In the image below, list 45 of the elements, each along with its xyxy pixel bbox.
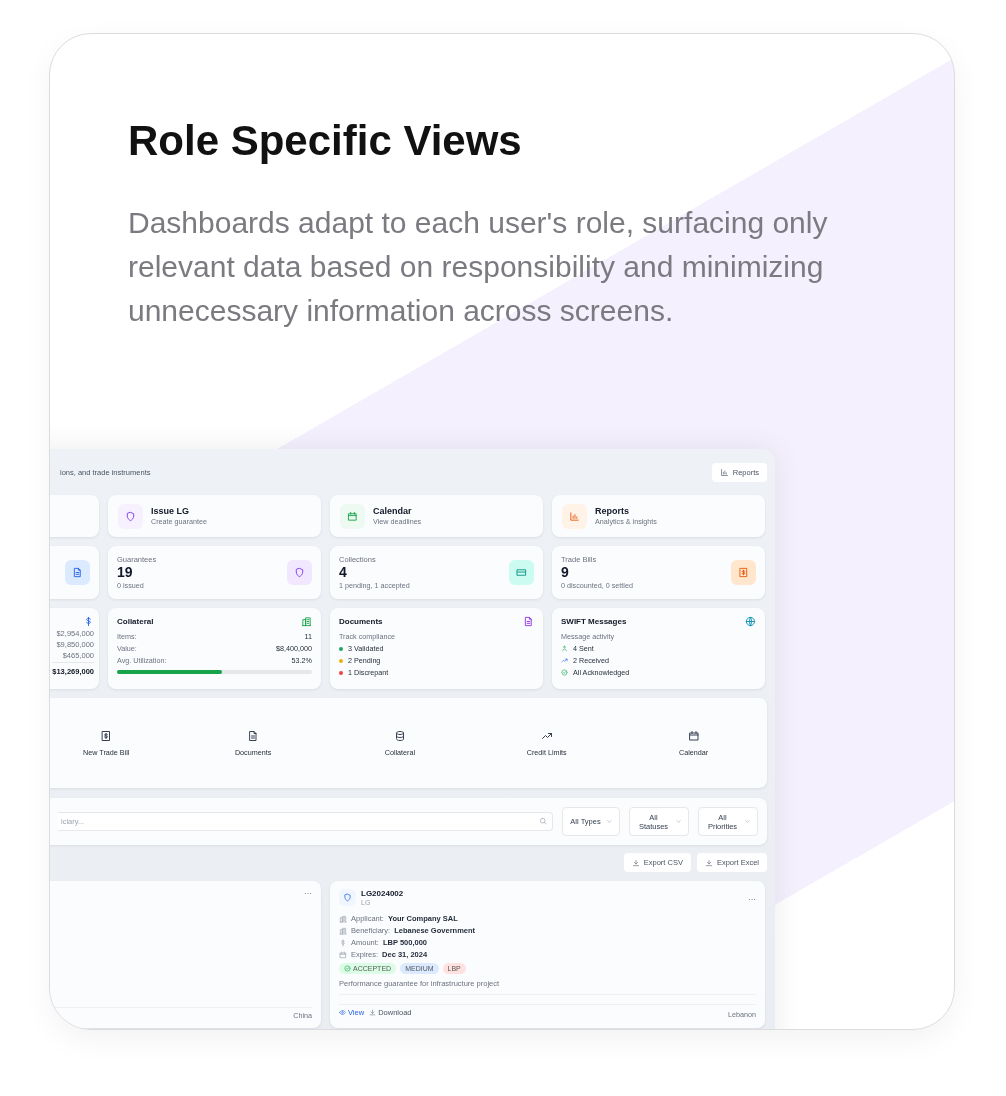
document-icon — [523, 616, 534, 627]
feature-description: Dashboards adapt to each user's role, surfacing only relevant data based on responsibility and minimizing unnecessary information across screens. — [128, 205, 829, 329]
shield-icon — [339, 889, 356, 906]
search-icon — [539, 817, 547, 825]
globe-icon — [745, 616, 756, 627]
trend-icon — [561, 657, 568, 664]
stat-value: 19 — [117, 565, 134, 580]
card-title: SWIFT Messages — [561, 617, 627, 626]
calendar-icon — [340, 503, 365, 529]
stat-value: 9 — [561, 565, 570, 580]
calendar-icon — [687, 729, 700, 742]
bar-chart-icon — [562, 503, 587, 529]
eye-icon — [339, 1009, 346, 1016]
chevron-icon — [675, 818, 682, 825]
chevron-icon — [744, 818, 751, 825]
dollar-icon — [83, 616, 94, 627]
credit-card-icon — [509, 560, 534, 585]
dollar-bill-icon — [100, 729, 113, 742]
database-icon — [393, 729, 406, 742]
stat-value: 4 — [339, 565, 348, 580]
shield-icon — [118, 503, 143, 529]
building-icon — [339, 914, 347, 923]
document-icon — [247, 729, 260, 742]
action-title: Reports — [595, 506, 630, 516]
record-id: LG2024002 — [361, 889, 404, 898]
chevron-icon — [606, 818, 613, 825]
download-icon — [369, 1009, 377, 1016]
action-title: Issue LG — [151, 506, 190, 516]
bar-chart-icon — [719, 467, 729, 477]
person-icon — [561, 645, 568, 652]
building-icon — [339, 926, 347, 935]
dollar-icon — [339, 938, 347, 947]
card-title: Collateral — [117, 617, 154, 626]
more-menu[interactable]: ··· — [748, 894, 756, 904]
download-icon — [631, 858, 640, 867]
dollar-bill-icon — [731, 560, 756, 585]
building-icon — [301, 616, 312, 627]
card-title: Documents — [339, 617, 383, 626]
download-icon — [704, 858, 713, 867]
shield-icon — [287, 560, 312, 585]
more-menu[interactable]: ··· — [304, 889, 312, 898]
feature-title: Role Specific Views — [128, 119, 523, 163]
action-title: Calendar — [373, 506, 413, 516]
document-icon — [65, 560, 90, 585]
calendar-icon — [339, 950, 347, 959]
